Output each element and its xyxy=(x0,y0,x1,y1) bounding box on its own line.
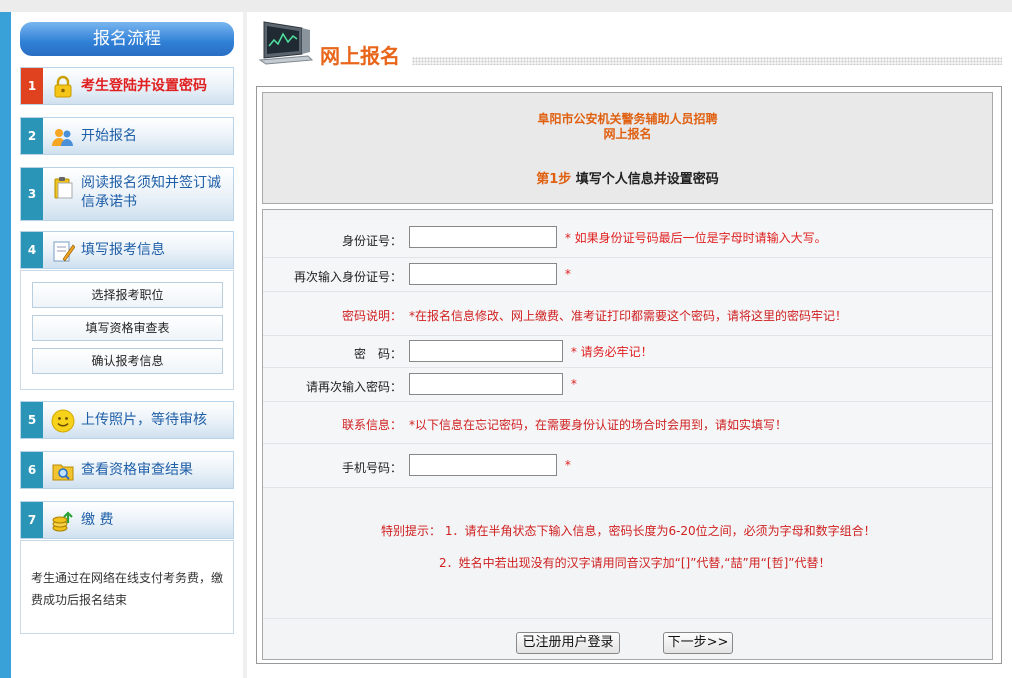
next-step-button[interactable]: 下一步>> xyxy=(663,632,733,654)
step-number-text: 第1步 xyxy=(536,172,572,187)
phone-hint: * xyxy=(564,458,571,472)
sidebar-step-read-notice[interactable]: 3 阅读报名须知并签订诚 信承诺书 xyxy=(20,167,234,221)
password-label: 密 码： xyxy=(353,347,402,361)
coins-icon xyxy=(52,511,73,532)
step-label: 考生登陆并设置密码 xyxy=(81,78,207,94)
step-number: 7 xyxy=(21,502,43,538)
row-password: 密 码： * 请务必牢记！ xyxy=(263,336,992,368)
tip-line-1: 特别提示： 1．请在半角状态下输入信息，密码长度为6-20位之间，必须为字母和数… xyxy=(381,524,876,538)
subitem-select-position[interactable]: 选择报考职位 xyxy=(32,282,223,308)
step-number: 3 xyxy=(21,168,43,220)
password-input[interactable] xyxy=(409,340,563,362)
users-icon xyxy=(52,129,73,146)
tip-line-2: 2．姓名中若出现没有的汉字请用同音汉字加“[]”代替,“喆”用“[哲]”代替！ xyxy=(439,556,831,570)
step-heading: 第1步 填写个人信息并设置密码 xyxy=(263,168,992,187)
row-id-number: 身份证号： * 如果身份证号码最后一位是字母时请输入大写。 xyxy=(263,220,992,258)
row-password-note: 密码说明： *在报名信息修改、网上缴费、准考证打印都需要这个密码，请将这里的密码… xyxy=(263,292,992,336)
registration-form: 身份证号： * 如果身份证号码最后一位是字母时请输入大写。 再次输入身份证号： … xyxy=(262,209,993,660)
phone-label: 手机号码： xyxy=(341,461,402,475)
step-number: 1 xyxy=(21,68,43,104)
row-contact-note: 联系信息： *以下信息在忘记密码，在需要身份认证的场合时会用到，请如实填写！ xyxy=(263,402,992,444)
step-number: 2 xyxy=(21,118,43,154)
id-number-input[interactable] xyxy=(409,226,557,248)
left-edge-stripe xyxy=(0,12,11,678)
step-label: 查看资格审查结果 xyxy=(81,462,193,478)
page-title: 网上报名 xyxy=(320,44,400,68)
org-name: 阜阳市公安机关警务辅助人员招聘 xyxy=(537,112,718,126)
password-confirm-input[interactable] xyxy=(409,373,563,395)
row-id-number-confirm: 再次输入身份证号： * xyxy=(263,258,992,292)
note-pencil-icon xyxy=(53,241,75,262)
sidebar-step-upload-photo[interactable]: 5 上传照片，等待审核 xyxy=(20,401,234,439)
step-label: 填写报考信息 xyxy=(81,242,165,258)
sidebar-divider xyxy=(243,12,247,678)
step-label: 开始报名 xyxy=(81,128,137,144)
lock-icon xyxy=(54,75,72,98)
id-number-hint: * 如果身份证号码最后一位是字母时请输入大写。 xyxy=(564,230,827,245)
row-password-confirm: 请再次输入密码： * xyxy=(263,368,992,402)
step-title-text: 填写个人信息并设置密码 xyxy=(575,172,719,187)
registered-login-button[interactable]: 已注册用户登录 xyxy=(516,632,620,654)
title-dotted-rule xyxy=(412,57,1002,65)
pay-note: 考生通过在网络在线支付考务费，缴费成功后报名结束 xyxy=(31,571,224,607)
folder-search-icon xyxy=(52,464,74,481)
id-number-confirm-input[interactable] xyxy=(409,263,557,285)
contact-note: *以下信息在忘记密码，在需要身份认证的场合时会用到，请如实填写！ xyxy=(409,418,788,432)
row-phone: 手机号码： * xyxy=(263,444,992,488)
step-label-line2: 信承诺书 xyxy=(81,194,137,210)
phone-input[interactable] xyxy=(409,454,557,476)
org-subtitle: 网上报名 xyxy=(603,127,652,141)
form-header: 阜阳市公安机关警务辅助人员招聘 网上报名 第1步 填写个人信息并设置密码 xyxy=(262,92,993,204)
smiley-icon xyxy=(51,409,75,433)
sidebar-step-pay[interactable]: 7 缴 费 xyxy=(20,501,234,539)
pay-note-box: 考生通过在网络在线支付考务费，缴费成功后报名结束 xyxy=(20,540,234,634)
clipboard-icon xyxy=(54,177,73,199)
sidebar-title: 报名流程 xyxy=(20,22,234,56)
sidebar-step-login[interactable]: 1 考生登陆并设置密码 xyxy=(20,67,234,105)
subitem-fill-review-form[interactable]: 填写资格审查表 xyxy=(32,315,223,341)
id-number-confirm-label: 再次输入身份证号： xyxy=(293,270,402,284)
step-number: 5 xyxy=(21,402,43,438)
step-label: 上传照片，等待审核 xyxy=(81,412,207,428)
password-note-label: 密码说明： xyxy=(341,309,402,323)
password-confirm-label: 请再次输入密码： xyxy=(305,380,402,394)
step-number: 4 xyxy=(21,232,43,268)
sidebar-subitems: 选择报考职位 填写资格审查表 确认报考信息 xyxy=(20,270,234,390)
password-hint: * 请务必牢记！ xyxy=(570,344,653,359)
top-bar xyxy=(0,0,1012,12)
id-number-confirm-hint: * xyxy=(564,267,571,281)
contact-note-label: 联系信息： xyxy=(341,418,402,432)
button-row: 已注册用户登录 下一步>> xyxy=(263,618,992,660)
password-note: *在报名信息修改、网上缴费、准考证打印都需要这个密码，请将这里的密码牢记！ xyxy=(409,309,848,323)
sidebar-step-fill-info[interactable]: 4 填写报考信息 xyxy=(20,231,234,269)
step-number: 6 xyxy=(21,452,43,488)
sidebar-step-start[interactable]: 2 开始报名 xyxy=(20,117,234,155)
id-number-label: 身份证号： xyxy=(341,234,402,248)
step-label: 缴 费 xyxy=(81,512,114,528)
monitor-chart-icon xyxy=(258,21,314,65)
password-confirm-hint: * xyxy=(570,377,577,391)
subitem-confirm-info[interactable]: 确认报考信息 xyxy=(32,348,223,374)
sidebar-step-check-result[interactable]: 6 查看资格审查结果 xyxy=(20,451,234,489)
